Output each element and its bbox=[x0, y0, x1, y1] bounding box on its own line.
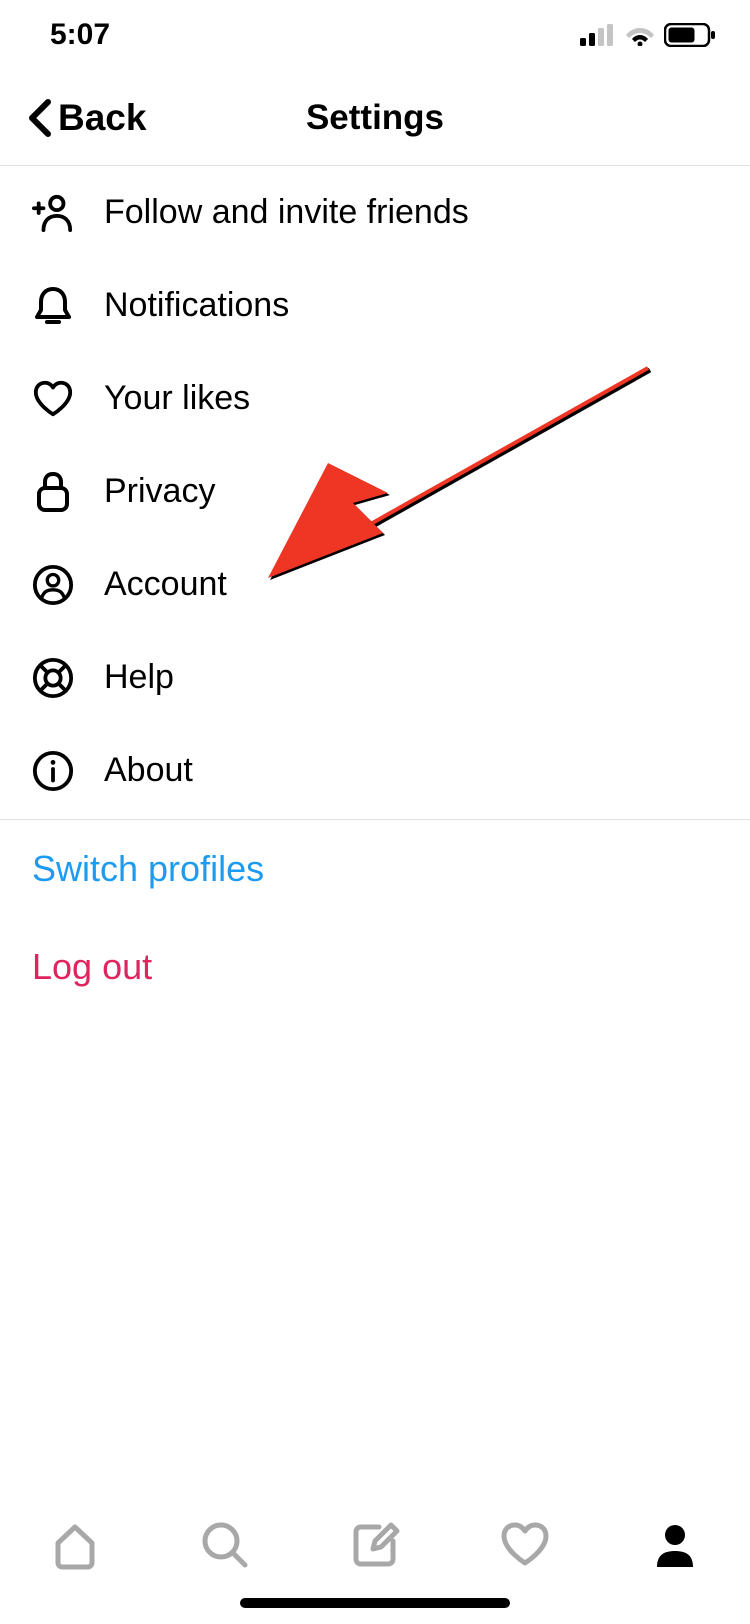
log-out-button[interactable]: Log out bbox=[0, 918, 750, 1016]
action-list: Switch profiles Log out bbox=[0, 820, 750, 1016]
compose-icon bbox=[349, 1519, 401, 1576]
chevron-left-icon bbox=[26, 98, 52, 138]
settings-item-label: Notifications bbox=[104, 286, 289, 325]
lock-icon bbox=[32, 471, 74, 513]
settings-item-label: Account bbox=[104, 565, 227, 604]
add-person-icon bbox=[32, 192, 74, 234]
heart-icon bbox=[32, 378, 74, 420]
settings-item-account[interactable]: Account bbox=[0, 538, 750, 631]
settings-item-label: Help bbox=[104, 658, 174, 697]
navigation-header: Back Settings bbox=[0, 70, 750, 166]
heart-outline-icon bbox=[498, 1521, 552, 1574]
settings-item-help[interactable]: Help bbox=[0, 631, 750, 724]
settings-item-notifications[interactable]: Notifications bbox=[0, 259, 750, 352]
switch-profiles-button[interactable]: Switch profiles bbox=[0, 820, 750, 918]
battery-icon bbox=[664, 23, 716, 47]
nav-search[interactable] bbox=[198, 1520, 252, 1574]
settings-item-label: About bbox=[104, 751, 193, 790]
status-time: 5:07 bbox=[50, 18, 110, 52]
back-button[interactable]: Back bbox=[26, 97, 146, 139]
settings-item-your-likes[interactable]: Your likes bbox=[0, 352, 750, 445]
settings-item-label: Your likes bbox=[104, 379, 250, 418]
status-bar: 5:07 bbox=[0, 0, 750, 70]
settings-item-label: Follow and invite friends bbox=[104, 193, 469, 232]
account-icon bbox=[32, 564, 74, 606]
settings-item-label: Privacy bbox=[104, 472, 215, 511]
switch-profiles-label: Switch profiles bbox=[32, 848, 264, 890]
back-label: Back bbox=[58, 97, 146, 139]
nav-home[interactable] bbox=[48, 1520, 102, 1574]
bell-icon bbox=[32, 285, 74, 327]
search-icon bbox=[199, 1519, 251, 1576]
nav-compose[interactable] bbox=[348, 1520, 402, 1574]
log-out-label: Log out bbox=[32, 946, 152, 988]
settings-item-about[interactable]: About bbox=[0, 724, 750, 817]
cellular-icon bbox=[580, 24, 616, 46]
nav-activity[interactable] bbox=[498, 1520, 552, 1574]
home-indicator bbox=[240, 1598, 510, 1608]
wifi-icon bbox=[624, 24, 656, 46]
status-indicators bbox=[580, 23, 716, 47]
profile-icon bbox=[651, 1521, 699, 1574]
settings-item-privacy[interactable]: Privacy bbox=[0, 445, 750, 538]
lifebuoy-icon bbox=[32, 657, 74, 699]
home-icon bbox=[49, 1519, 101, 1576]
settings-list: Follow and invite friends Notifications … bbox=[0, 166, 750, 817]
nav-profile[interactable] bbox=[648, 1520, 702, 1574]
settings-item-follow-invite[interactable]: Follow and invite friends bbox=[0, 166, 750, 259]
info-icon bbox=[32, 750, 74, 792]
